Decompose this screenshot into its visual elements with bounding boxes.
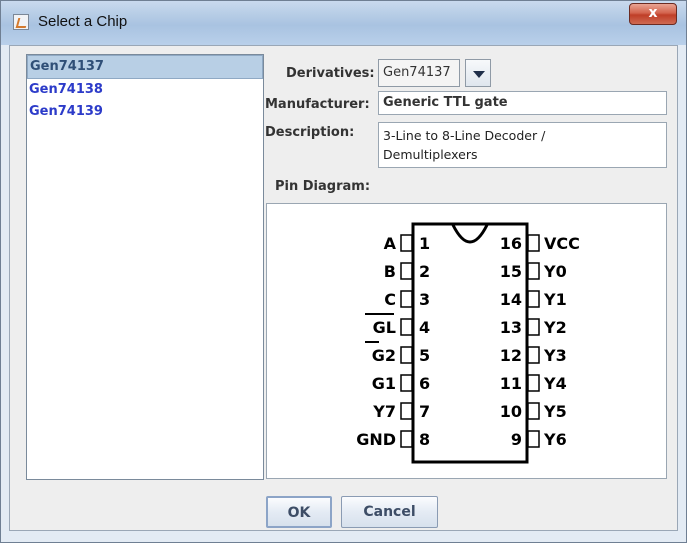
description-field: 3-Line to 8-Line Decoder / Demultiplexer… xyxy=(378,122,667,168)
left-pins xyxy=(400,234,413,448)
pin-stub xyxy=(527,430,540,448)
ok-button[interactable]: OK xyxy=(266,496,332,528)
pin-name-left: Y7 xyxy=(372,402,396,421)
close-button[interactable]: x xyxy=(629,3,677,25)
chip-list[interactable]: Gen74137 Gen74138 Gen74139 xyxy=(26,54,264,480)
pin-name-left: G2 xyxy=(372,346,396,365)
pin-number: 13 xyxy=(500,318,522,337)
pin-number: 15 xyxy=(500,262,522,281)
pin-name-right: VCC xyxy=(544,234,580,253)
pin-stub xyxy=(527,318,540,336)
pin-name-left: GND xyxy=(356,430,396,449)
pin-number: 11 xyxy=(500,374,522,393)
pin-stub xyxy=(527,346,540,364)
pin-number: 12 xyxy=(500,346,522,365)
pin-name-right: Y5 xyxy=(543,402,567,421)
derivatives-dropdown-button[interactable] xyxy=(465,59,491,87)
pin-stub xyxy=(527,234,540,252)
description-line: Demultiplexers xyxy=(383,147,478,162)
pin-number: 10 xyxy=(500,402,522,421)
description-line: 3-Line to 8-Line Decoder / xyxy=(383,128,546,143)
close-icon: x xyxy=(648,5,658,21)
pin-name-right: Y0 xyxy=(543,262,567,281)
manufacturer-field: Generic TTL gate xyxy=(378,91,667,115)
pin-stub xyxy=(400,262,413,280)
pin-name-left: G1 xyxy=(372,374,396,393)
pin-stub xyxy=(527,402,540,420)
pin-stub xyxy=(400,234,413,252)
dialog-content: Gen74137 Gen74138 Gen74139 Derivatives: … xyxy=(9,45,678,531)
pin-stub xyxy=(400,402,413,420)
pin-stub xyxy=(527,290,540,308)
chip-list-item[interactable]: Gen74139 xyxy=(27,101,263,123)
pin-number: 3 xyxy=(419,290,430,309)
manufacturer-label: Manufacturer: xyxy=(265,97,370,112)
pin-name-right: Y6 xyxy=(543,430,567,449)
pin-diagram: A B C GL G2 G1 Y7 GND 1 2 3 4 5 6 7 8 16… xyxy=(356,222,580,464)
chip-list-item[interactable]: Gen74137 xyxy=(27,55,263,79)
pin-stub xyxy=(527,374,540,392)
pin-diagram-label: Pin Diagram: xyxy=(275,179,371,194)
pin-number: 4 xyxy=(419,318,430,337)
pin-name-right: Y1 xyxy=(543,290,567,309)
window-title: Select a Chip xyxy=(38,13,128,30)
pin-stub xyxy=(400,290,413,308)
pin-name-right: Y4 xyxy=(543,374,567,393)
pin-name-right: Y3 xyxy=(543,346,567,365)
pin-number: 16 xyxy=(500,234,522,253)
pin-name-left: C xyxy=(384,290,396,309)
chip-body xyxy=(411,222,529,464)
pin-number: 14 xyxy=(500,290,522,309)
pin-stub xyxy=(400,346,413,364)
derivatives-select[interactable]: Gen74137 xyxy=(378,59,460,87)
pin-number: 7 xyxy=(419,402,430,421)
select-chip-dialog: Select a Chip x Gen74137 Gen74138 Gen741… xyxy=(0,0,687,543)
pin-name-left: B xyxy=(384,262,396,281)
title-bar: Select a Chip x xyxy=(1,1,686,45)
right-pins xyxy=(527,234,540,448)
pin-stub xyxy=(527,262,540,280)
pin-name-left: GL xyxy=(373,318,396,337)
pin-number: 8 xyxy=(419,430,430,449)
description-label: Description: xyxy=(265,125,355,140)
pin-diagram-panel: A B C GL G2 G1 Y7 GND 1 2 3 4 5 6 7 8 16… xyxy=(266,203,667,479)
pin-number: 1 xyxy=(419,234,430,253)
pin-stub xyxy=(400,430,413,448)
pin-name-right: Y2 xyxy=(543,318,567,337)
pin-stub xyxy=(400,318,413,336)
pin-number: 5 xyxy=(419,346,430,365)
pin-number: 2 xyxy=(419,262,430,281)
pin-name-left: A xyxy=(384,234,397,253)
pin-stub xyxy=(400,374,413,392)
pin-number: 6 xyxy=(419,374,430,393)
chip-list-item[interactable]: Gen74138 xyxy=(27,79,263,101)
pin-number: 9 xyxy=(511,430,522,449)
cancel-button[interactable]: Cancel xyxy=(341,496,438,528)
derivatives-label: Derivatives: xyxy=(286,66,375,81)
java-cup-icon xyxy=(13,14,29,30)
